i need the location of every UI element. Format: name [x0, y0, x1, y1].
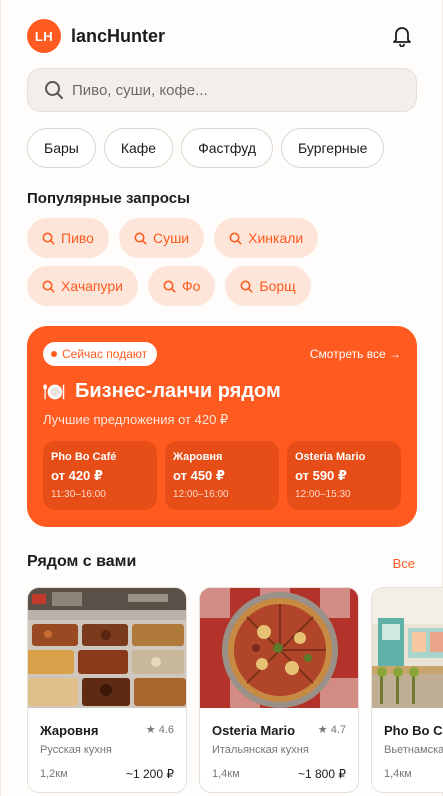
category-chips: Бары Кафе Фастфуд Бургерные [27, 128, 385, 168]
offer-time: 12:00–15:30 [295, 489, 351, 500]
business-lunch-promo[interactable]: Сейчас подают Смотреть все → Бизнес-ланч… [27, 326, 417, 527]
popular-query-label: Борщ [259, 278, 296, 294]
restaurant-name: Жаровня [40, 723, 99, 738]
category-chip-cafe[interactable]: Кафе [103, 128, 174, 168]
restaurant-photo [200, 588, 358, 708]
restaurant-card[interactable]: Жаровня ★ 4.6 Русская кухня 1,2км ~1 200… [27, 587, 187, 793]
search-icon [42, 280, 55, 292]
rating-value: 4.7 [330, 724, 346, 736]
card-body: Жаровня ★ 4.6 Русская кухня 1,2км ~1 200… [28, 708, 186, 792]
header: LH lancHunter [27, 18, 416, 54]
restaurant-name: Osteria Mario [212, 723, 296, 738]
lunch-offer-card[interactable]: Osteria Mario от 590 ₽ 12:00–15:30 [287, 441, 401, 510]
restaurant-price: ~1 800 ₽ [297, 767, 346, 781]
restaurant-price: ~1 200 ₽ [125, 767, 174, 781]
offer-price: от 420 ₽ [51, 468, 103, 483]
rating-value: 4.6 [158, 724, 174, 736]
search-icon [45, 81, 63, 99]
promo-title-text: Бизнес-ланчи рядом [75, 380, 281, 402]
search-icon [229, 232, 242, 244]
search-icon [42, 232, 55, 244]
popular-query-label: Пиво [61, 230, 94, 246]
search-input[interactable] [72, 81, 392, 99]
offer-name: Pho Bo Café [51, 451, 117, 463]
live-dot-icon [51, 351, 57, 357]
restaurant-cuisine: Русская кухня [40, 744, 112, 756]
live-badge: Сейчас подают [43, 342, 158, 366]
restaurant-distance: 1,4км [212, 768, 240, 780]
restaurant-distance: 1,4км [384, 768, 412, 780]
popular-query-chip[interactable]: Хинкали [214, 218, 319, 258]
restaurant-rating: ★ 4.7 [318, 723, 346, 736]
restaurant-rating: ★ 4.6 [146, 723, 174, 736]
popular-query-chip[interactable]: Хачапури [27, 266, 138, 306]
offer-price: от 590 ₽ [295, 468, 347, 483]
popular-queries-row: Пиво Суши Хинкали [27, 218, 417, 258]
offer-price: от 450 ₽ [173, 468, 225, 483]
plate-icon [43, 384, 65, 399]
search-icon [163, 280, 176, 292]
live-badge-label: Сейчас подают [62, 347, 148, 361]
app-logo: LH [27, 19, 61, 53]
restaurant-cuisine: Итальянская кухня [212, 744, 309, 756]
restaurant-card[interactable]: Osteria Mario ★ 4.7 Итальянская кухня 1,… [199, 587, 359, 793]
category-chip-fastfood[interactable]: Фастфуд [181, 128, 273, 168]
popular-query-label: Хачапури [61, 278, 123, 294]
popular-query-label: Хинкали [248, 230, 304, 246]
popular-query-chip[interactable]: Пиво [27, 218, 109, 258]
offer-name: Жаровня [173, 451, 223, 463]
nearby-title: Рядом с вами [27, 553, 137, 570]
offers-row: Pho Bo Café от 420 ₽ 11:30–16:00 Жаровня… [43, 441, 401, 510]
category-chip-burgers[interactable]: Бургерные [281, 128, 385, 168]
popular-query-chip[interactable]: Суши [118, 218, 205, 258]
star-icon: ★ [145, 724, 156, 736]
star-icon: ★ [317, 724, 328, 736]
offer-time: 12:00–16:00 [173, 489, 229, 500]
search-icon [240, 280, 253, 292]
nearby-carousel[interactable]: Жаровня ★ 4.6 Русская кухня 1,2км ~1 200… [27, 587, 443, 796]
search-bar[interactable] [27, 68, 417, 112]
lunch-offer-card[interactable]: Pho Bo Café от 420 ₽ 11:30–16:00 [43, 441, 157, 510]
see-all-link[interactable]: Смотреть все → [310, 347, 401, 361]
offer-time: 11:30–16:00 [51, 489, 106, 500]
popular-query-chip[interactable]: Фо [147, 266, 216, 306]
search-icon [134, 232, 147, 244]
app-screen: LH lancHunter Бары Кафе Фастфуд Бургерны… [0, 0, 443, 796]
popular-queries-row: Хачапури Фо Борщ [27, 266, 417, 306]
restaurant-name: Pho Bo Café [384, 723, 443, 738]
restaurant-card[interactable]: Pho Bo Café Вьетнамская кухня 1,4км [371, 587, 443, 793]
restaurant-photo [28, 588, 186, 708]
promo-title: Бизнес-ланчи рядом [43, 380, 281, 403]
promo-subtitle: Лучшие предложения от 420 ₽ [43, 412, 229, 427]
popular-query-label: Фо [181, 278, 201, 294]
popular-query-chip[interactable]: Борщ [225, 266, 311, 306]
popular-queries-title: Популярные запросы [27, 190, 190, 207]
restaurant-cuisine: Вьетнамская кухня [384, 744, 443, 756]
lunch-offer-card[interactable]: Жаровня от 450 ₽ 12:00–16:00 [165, 441, 279, 510]
restaurant-photo [372, 588, 443, 708]
popular-query-label: Суши [152, 230, 190, 246]
app-title: lancHunter [71, 25, 166, 46]
card-body: Osteria Mario ★ 4.7 Итальянская кухня 1,… [200, 708, 358, 792]
card-body: Pho Bo Café Вьетнамская кухня 1,4км [372, 708, 443, 792]
bell-icon[interactable] [388, 22, 416, 50]
nearby-all-link[interactable]: Все [393, 556, 415, 571]
restaurant-distance: 1,2км [40, 768, 68, 780]
category-chip-bars[interactable]: Бары [27, 128, 96, 168]
offer-name: Osteria Mario [295, 451, 366, 463]
